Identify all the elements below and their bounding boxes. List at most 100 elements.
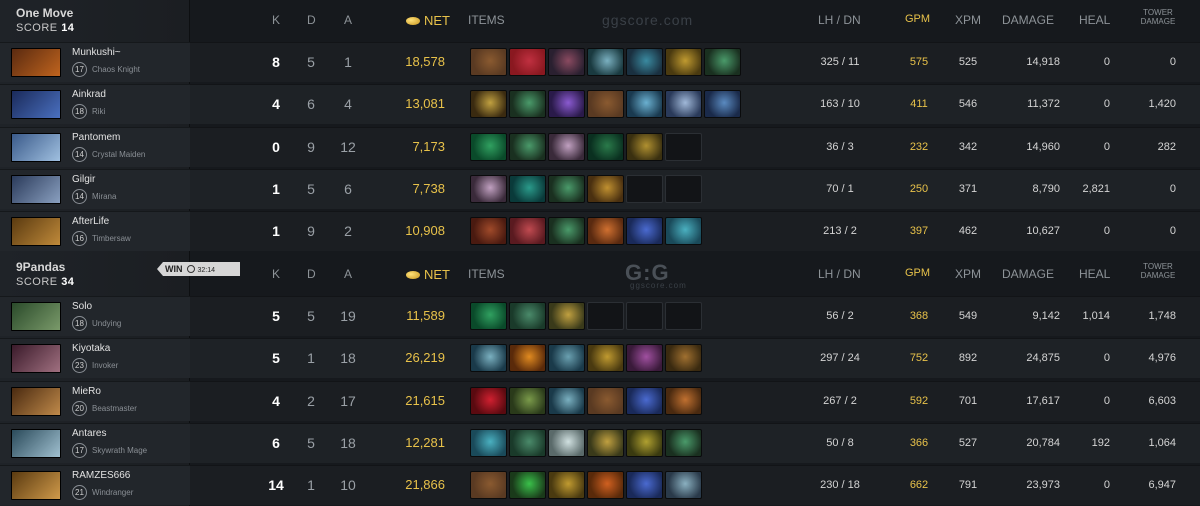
item-icon[interactable] [470, 471, 507, 500]
header-heal[interactable]: HEAL [1079, 13, 1110, 27]
item-icon[interactable] [587, 217, 624, 246]
item-icon[interactable] [626, 132, 663, 161]
item-icon[interactable] [587, 386, 624, 415]
item-icon[interactable] [548, 132, 585, 161]
hero-portrait[interactable] [11, 132, 61, 162]
item-icon[interactable] [665, 428, 702, 457]
item-icon[interactable] [470, 386, 507, 415]
header-net[interactable]: NET [380, 13, 450, 28]
item-icon[interactable] [509, 302, 546, 330]
item-icon[interactable] [665, 344, 702, 373]
player-name[interactable]: Ainkrad [72, 89, 106, 100]
hero-portrait[interactable] [11, 428, 61, 458]
header-assists[interactable]: A [344, 267, 352, 281]
item-icon[interactable] [587, 344, 624, 373]
item-icon[interactable] [509, 344, 546, 373]
header-gpm[interactable]: GPM [905, 267, 945, 279]
header-net[interactable]: NET [380, 267, 450, 282]
item-icon[interactable] [626, 471, 663, 500]
player-card[interactable]: Antares 17 Skywrath Mage [0, 422, 190, 463]
item-icon[interactable] [665, 48, 702, 76]
header-heal[interactable]: HEAL [1079, 267, 1110, 281]
header-deaths[interactable]: D [307, 267, 316, 281]
header-items[interactable]: ITEMS [468, 267, 505, 281]
item-icon[interactable] [587, 132, 624, 161]
item-icon[interactable] [587, 48, 624, 76]
hero-portrait[interactable] [11, 217, 61, 247]
item-icon[interactable] [548, 217, 585, 246]
item-icon[interactable] [626, 48, 663, 76]
header-items[interactable]: ITEMS [468, 13, 505, 27]
item-icon[interactable] [509, 471, 546, 500]
item-icon[interactable] [665, 386, 702, 415]
item-icon[interactable] [626, 344, 663, 373]
hero-portrait[interactable] [11, 344, 61, 374]
item-icon[interactable] [509, 132, 546, 161]
item-icon[interactable] [548, 344, 585, 373]
item-icon[interactable] [470, 90, 507, 119]
item-icon[interactable] [470, 344, 507, 373]
player-name[interactable]: Gilgir [72, 174, 95, 185]
item-icon[interactable] [470, 217, 507, 246]
item-icon[interactable] [470, 302, 507, 330]
player-name[interactable]: Antares [72, 428, 106, 439]
header-assists[interactable]: A [344, 13, 352, 27]
header-tower-damage[interactable]: TOWER DAMAGE [1133, 262, 1183, 280]
item-icon[interactable] [548, 174, 585, 203]
hero-portrait[interactable] [11, 174, 61, 204]
item-icon[interactable] [470, 428, 507, 457]
header-deaths[interactable]: D [307, 13, 316, 27]
header-kills[interactable]: K [272, 267, 280, 281]
player-card[interactable]: Solo 18 Undying [0, 296, 190, 336]
header-damage[interactable]: DAMAGE [1002, 267, 1054, 281]
item-icon[interactable] [626, 217, 663, 246]
item-icon[interactable] [548, 48, 585, 76]
hero-portrait[interactable] [11, 471, 61, 501]
player-name[interactable]: Munkushi~ [72, 47, 121, 58]
player-card[interactable]: Ainkrad 18 Riki [0, 84, 190, 125]
item-icon[interactable] [548, 386, 585, 415]
item-icon[interactable] [704, 90, 741, 119]
item-icon[interactable] [665, 90, 702, 119]
player-card[interactable]: Kiyotaka 23 Invoker [0, 338, 190, 379]
header-xpm[interactable]: XPM [955, 13, 981, 27]
header-lh-dn[interactable]: LH / DN [818, 13, 861, 27]
header-xpm[interactable]: XPM [955, 267, 981, 281]
item-icon[interactable] [626, 386, 663, 415]
player-name[interactable]: Pantomem [72, 132, 120, 143]
player-card[interactable]: Pantomem 14 Crystal Maiden [0, 126, 190, 167]
item-icon[interactable] [509, 217, 546, 246]
item-icon[interactable] [587, 471, 624, 500]
item-icon[interactable] [509, 48, 546, 76]
item-icon[interactable] [587, 90, 624, 119]
player-card[interactable]: Munkushi~ 17 Chaos Knight [0, 42, 190, 82]
hero-portrait[interactable] [11, 48, 61, 77]
item-icon[interactable] [626, 428, 663, 457]
item-icon[interactable] [470, 174, 507, 203]
player-card[interactable]: MieRo 20 Beastmaster [0, 380, 190, 421]
player-name[interactable]: Kiyotaka [72, 343, 110, 354]
item-icon[interactable] [509, 174, 546, 203]
item-icon[interactable] [665, 217, 702, 246]
item-icon[interactable] [704, 48, 741, 76]
item-icon[interactable] [509, 386, 546, 415]
item-icon[interactable] [548, 302, 585, 330]
hero-portrait[interactable] [11, 302, 61, 331]
player-name[interactable]: MieRo [72, 386, 101, 397]
header-damage[interactable]: DAMAGE [1002, 13, 1054, 27]
player-name[interactable]: RAMZES666 [72, 470, 130, 481]
player-card[interactable]: RAMZES666 21 Windranger [0, 465, 190, 506]
item-icon[interactable] [548, 428, 585, 457]
item-icon[interactable] [470, 132, 507, 161]
player-name[interactable]: AfterLife [72, 216, 109, 227]
hero-portrait[interactable] [11, 90, 61, 120]
item-icon[interactable] [509, 428, 546, 457]
header-gpm[interactable]: GPM [905, 13, 945, 25]
item-icon[interactable] [587, 428, 624, 457]
header-kills[interactable]: K [272, 13, 280, 27]
player-name[interactable]: Solo [72, 301, 92, 312]
player-card[interactable]: AfterLife 16 Timbersaw [0, 211, 190, 252]
item-icon[interactable] [626, 90, 663, 119]
item-icon[interactable] [470, 48, 507, 76]
header-tower-damage[interactable]: TOWER DAMAGE [1133, 8, 1183, 26]
